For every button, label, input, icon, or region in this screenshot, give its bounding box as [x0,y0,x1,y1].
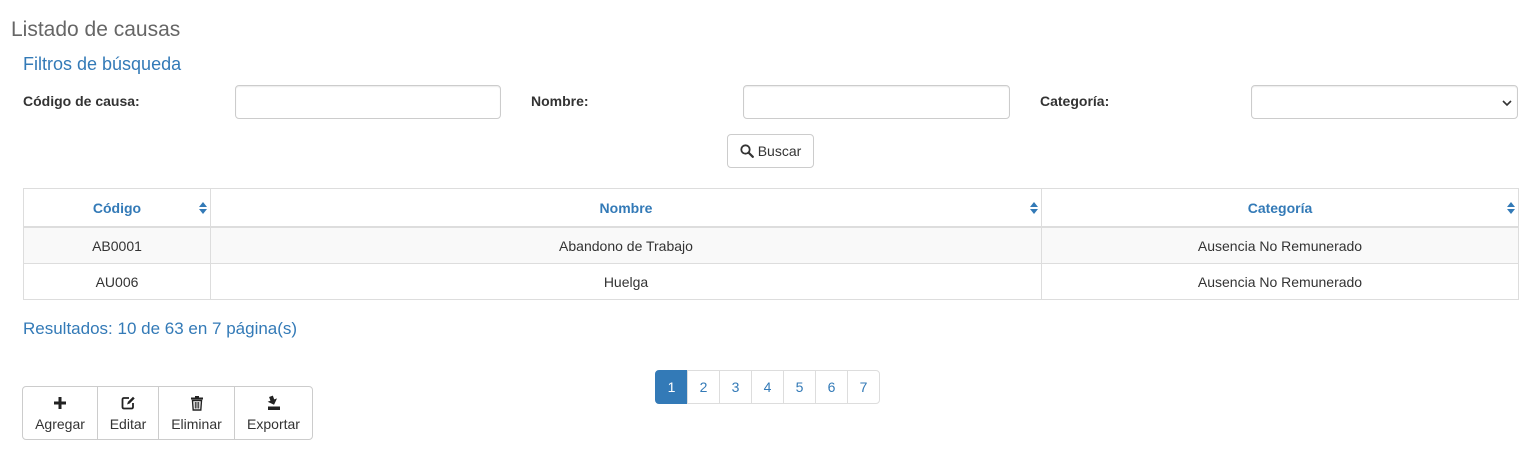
edit-button-label: Editar [109,416,147,432]
cell-nombre: Abandono de Trabajo [210,226,1042,264]
edit-button[interactable]: Editar [97,386,159,440]
page-link-1[interactable]: 1 [655,370,688,404]
page-link-6[interactable]: 6 [815,370,848,404]
sort-icon [199,202,207,214]
table-row[interactable]: AU006 Huelga Ausencia No Remunerado [23,263,1519,300]
column-header-nombre[interactable]: Nombre [210,188,1042,228]
page-link-3[interactable]: 3 [719,370,752,404]
trash-icon [190,396,203,411]
export-button-label: Exportar [247,416,300,432]
causas-table: Código Nombre Categoría AB0001 Abandono … [23,188,1519,300]
filters-title: Filtros de búsqueda [23,54,182,74]
codigo-input[interactable] [235,85,501,119]
table-row[interactable]: AB0001 Abandono de Trabajo Ausencia No R… [23,226,1519,264]
column-header-codigo[interactable]: Código [23,188,211,228]
action-toolbar: Agregar Editar Eliminar Exportar [22,386,313,440]
sort-icon [1507,202,1515,214]
nombre-input[interactable] [743,85,1010,119]
codigo-label: Código de causa: [23,93,140,109]
results-summary: Resultados: 10 de 63 en 7 página(s) [23,319,298,338]
chevron-down-icon [1502,100,1512,107]
cell-codigo: AU006 [23,263,211,300]
cell-nombre: Huelga [210,263,1042,300]
edit-icon [121,396,135,410]
column-header-label: Nombre [599,199,653,216]
export-icon [267,395,280,410]
page-title: Listado de causas [11,18,181,41]
nombre-label: Nombre: [531,93,589,109]
cell-categoria: Ausencia No Remunerado [1041,263,1519,300]
search-icon [740,144,754,158]
page-link-2[interactable]: 2 [687,370,720,404]
cell-categoria: Ausencia No Remunerado [1041,226,1519,264]
plus-icon [54,397,66,409]
column-header-label: Código [92,199,142,216]
delete-button-label: Eliminar [171,416,222,432]
column-header-label: Categoría [1247,199,1313,216]
page-link-4[interactable]: 4 [751,370,784,404]
categoria-label: Categoría: [1040,93,1110,109]
categoria-select[interactable] [1251,85,1518,119]
page-link-5[interactable]: 5 [783,370,816,404]
table-header-row: Código Nombre Categoría [23,188,1519,228]
delete-button[interactable]: Eliminar [158,386,235,440]
add-button-label: Agregar [35,416,85,432]
page-link-7[interactable]: 7 [847,370,880,404]
export-button[interactable]: Exportar [234,386,313,440]
cell-codigo: AB0001 [23,226,211,264]
sort-icon [1030,202,1038,214]
add-button[interactable]: Agregar [22,386,98,440]
search-button[interactable]: Buscar [727,134,814,168]
pagination: 1 2 3 4 5 6 7 [655,370,880,404]
column-header-categoria[interactable]: Categoría [1041,188,1519,228]
search-button-label: Buscar [757,143,802,159]
